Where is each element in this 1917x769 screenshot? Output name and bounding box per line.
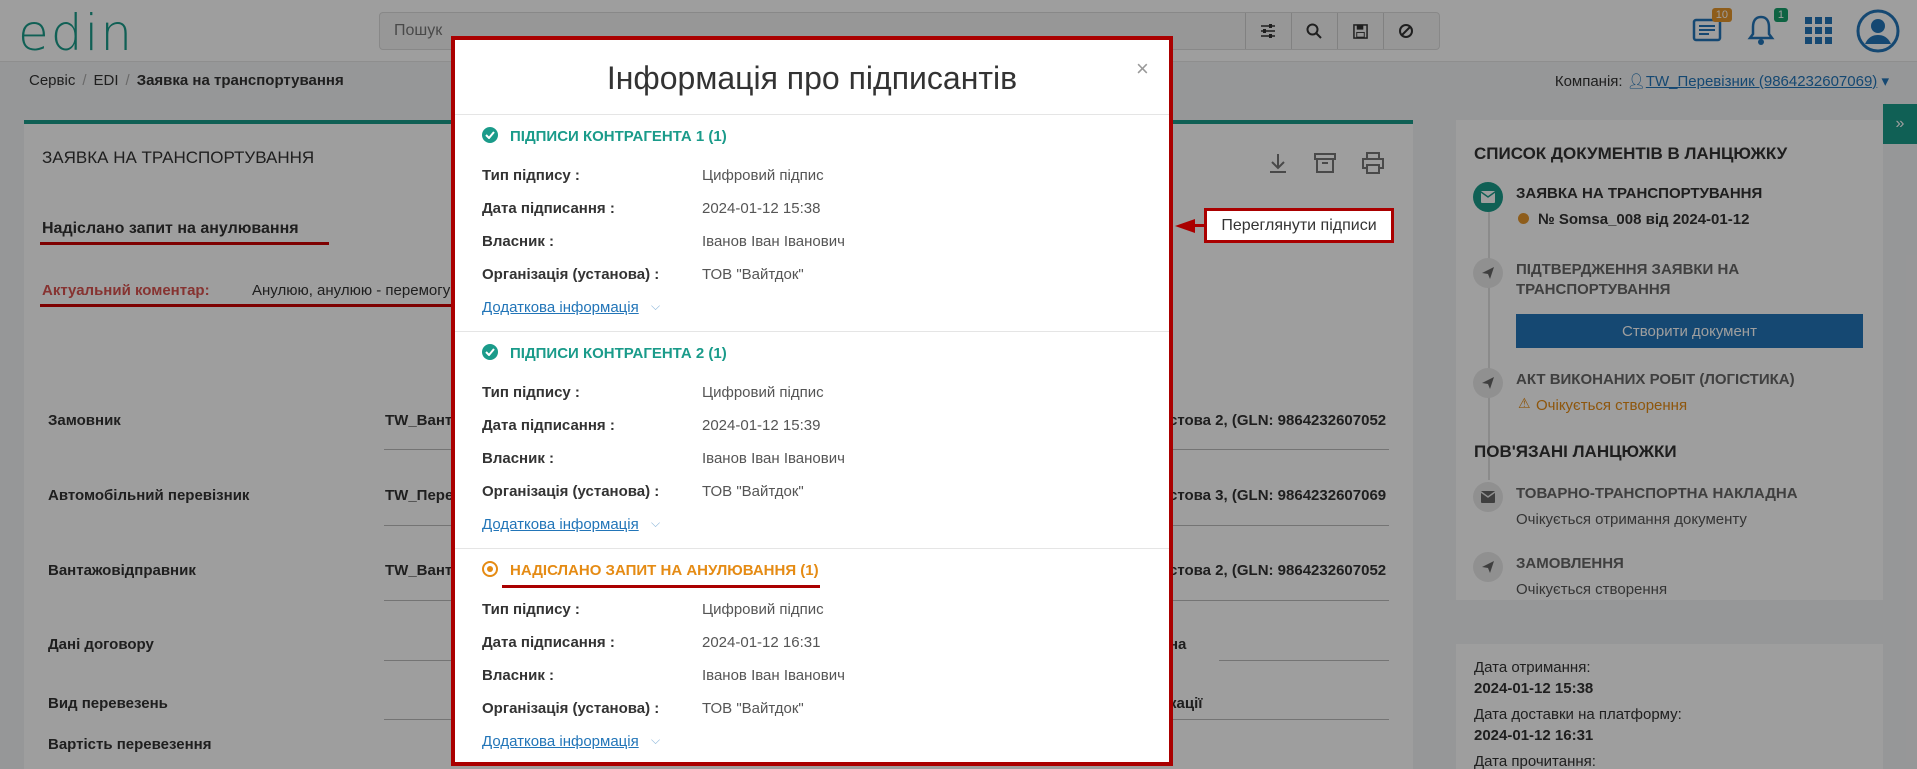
modal-title: Інформація про підписантів: [606, 60, 1018, 96]
check-circle-icon: [482, 127, 498, 143]
sig-date-value: 2024-01-12 15:38: [702, 200, 821, 217]
sig-type-label: Тип підпису :: [482, 167, 580, 184]
sig-org-value: ТОВ "Вайтдок": [702, 483, 804, 500]
more-info-link[interactable]: Додаткова інформація: [482, 299, 639, 316]
more-info-link[interactable]: Додаткова інформація: [482, 516, 639, 533]
sig-date-label: Дата підписання :: [482, 417, 615, 434]
close-button[interactable]: ×: [1136, 56, 1149, 82]
chevron-down-icon[interactable]: ⌵: [651, 516, 660, 531]
sig-owner-label: Власник :: [482, 667, 554, 684]
chevron-down-icon[interactable]: ⌵: [651, 299, 660, 314]
sig-org-label: Організація (установа) :: [482, 483, 660, 500]
highlight-underline: [502, 585, 820, 588]
sig-org-label: Організація (установа) :: [482, 700, 660, 717]
sig-date-label: Дата підписання :: [482, 634, 615, 651]
annotation-arrow: [1175, 219, 1195, 233]
sig-org-value: ТОВ "Вайтдок": [702, 266, 804, 283]
sig-type-value: Цифровий підпис: [702, 601, 824, 618]
sig-owner-label: Власник :: [482, 233, 554, 250]
section-title: НАДІСЛАНО ЗАПИТ НА АНУЛЮВАННЯ (1): [510, 562, 819, 579]
sig-type-label: Тип підпису :: [482, 384, 580, 401]
sig-date-label: Дата підписання :: [482, 200, 615, 217]
sig-org-label: Організація (установа) :: [482, 266, 660, 283]
check-icon: [485, 131, 495, 139]
pending-signature-icon: [482, 561, 498, 577]
pending-dot: [487, 566, 493, 572]
sig-owner-value: Іванов Іван Іванович: [702, 667, 845, 684]
signers-modal: Інформація про підписантів × ПІДПИСИ КОН…: [451, 36, 1173, 766]
section-title: ПІДПИСИ КОНТРАГЕНТА 1 (1): [510, 128, 727, 145]
divider: [455, 548, 1169, 549]
more-info-link[interactable]: Додаткова інформація: [482, 733, 639, 750]
divider: [455, 331, 1169, 332]
sig-type-label: Тип підпису :: [482, 601, 580, 618]
sig-owner-value: Іванов Іван Іванович: [702, 450, 845, 467]
sig-type-value: Цифровий підпис: [702, 384, 824, 401]
sig-org-value: ТОВ "Вайтдок": [702, 700, 804, 717]
sig-owner-value: Іванов Іван Іванович: [702, 233, 845, 250]
sig-owner-label: Власник :: [482, 450, 554, 467]
check-icon: [485, 348, 495, 356]
check-circle-icon: [482, 344, 498, 360]
section-title: ПІДПИСИ КОНТРАГЕНТА 2 (1): [510, 345, 727, 362]
sig-date-value: 2024-01-12 15:39: [702, 417, 821, 434]
divider: [455, 114, 1169, 115]
sig-type-value: Цифровий підпис: [702, 167, 824, 184]
view-signatures-button[interactable]: Переглянути підписи: [1204, 208, 1394, 243]
chevron-down-icon[interactable]: ⌵: [651, 733, 660, 748]
sig-date-value: 2024-01-12 16:31: [702, 634, 821, 651]
